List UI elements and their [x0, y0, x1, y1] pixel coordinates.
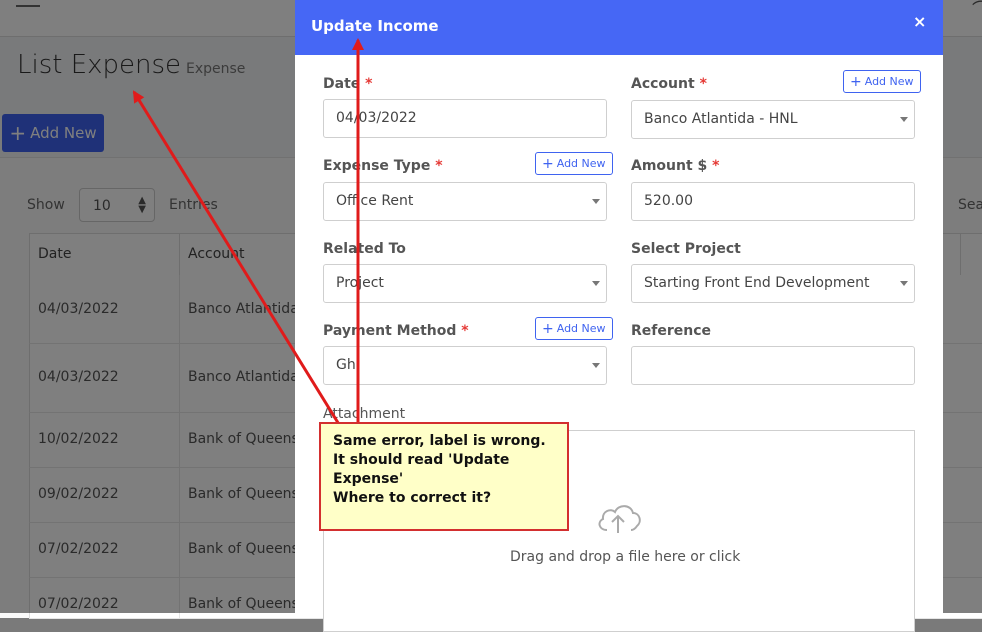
callout-text: Same error, label is wrong. It should re… — [333, 433, 546, 506]
arrow-to-page-title — [132, 90, 342, 427]
annotation-callout: Same error, label is wrong. It should re… — [319, 422, 569, 531]
